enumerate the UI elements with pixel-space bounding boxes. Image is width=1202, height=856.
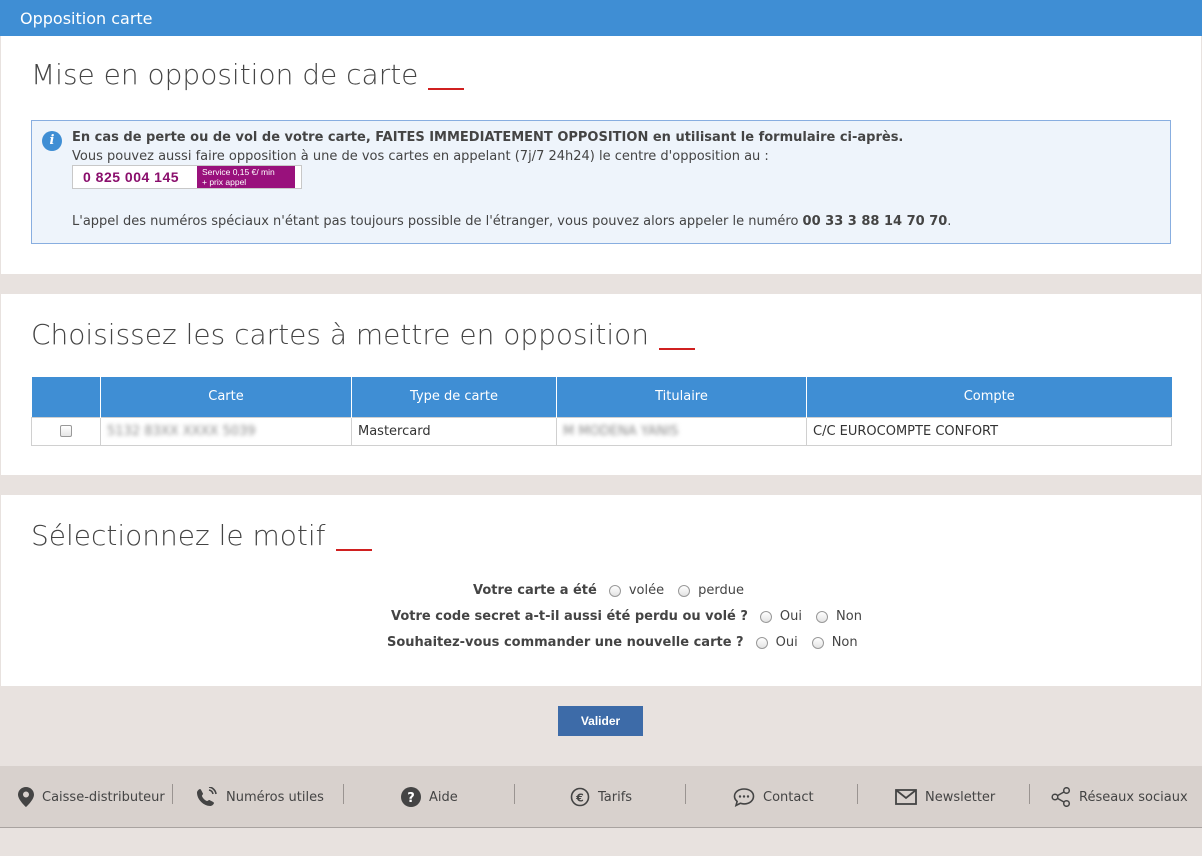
cards-table: Carte Type de carte Titulaire Compte 513… (31, 377, 1172, 446)
option-label: Oui (779, 609, 803, 624)
question-secret-code: Votre code secret a-t-il aussi été perdu… (391, 609, 876, 624)
question-label: Votre code secret a-t-il aussi été perdu… (391, 609, 748, 624)
footer-separator (172, 784, 173, 804)
euro-icon: € (570, 787, 590, 807)
section-title-text: Sélectionnez le motif (31, 519, 326, 552)
phone-tag-line-1: Service 0,15 €/ min (202, 167, 275, 177)
svg-text:€: € (575, 792, 584, 805)
column-header-compte: Compte (806, 377, 1172, 417)
footer-link-social[interactable]: Réseaux sociaux (1051, 766, 1188, 828)
help-icon: ? (401, 787, 421, 807)
option-label: perdue (698, 583, 744, 598)
footer-label: Numéros utiles (226, 789, 324, 805)
footer-link-phones[interactable]: Numéros utiles (196, 766, 324, 828)
question-new-card: Souhaitez-vous commander une nouvelle ca… (387, 635, 872, 650)
title-accent (659, 348, 696, 350)
phone-price-tag: Service 0,15 €/ min + prix appel (197, 166, 295, 188)
question-label: Souhaitez-vous commander une nouvelle ca… (387, 635, 744, 650)
table-header-row: Carte Type de carte Titulaire Compte (31, 377, 1172, 417)
card-number-cell: 5132 83XX XXXX 5039 (100, 416, 352, 446)
info-box: i En cas de perte ou de vol de votre car… (31, 120, 1171, 244)
select-cell (31, 416, 101, 446)
option-label: Non (831, 635, 858, 650)
phone-icon (197, 787, 217, 806)
info-line-3-suffix: . (947, 214, 952, 229)
footer-link-newsletter[interactable]: Newsletter (895, 766, 995, 828)
section-title-text: Mise en opposition de carte (31, 58, 419, 91)
section-title-cards: Choisissez les cartes à mettre en opposi… (31, 318, 696, 351)
option-label: Oui (775, 635, 798, 650)
question-card-status: Votre carte a été volée perdue (473, 583, 758, 598)
envelope-icon (895, 789, 917, 805)
reason-panel: Sélectionnez le motif Votre carte a été … (1, 495, 1201, 686)
footer-separator (514, 784, 515, 804)
section-title-text: Choisissez les cartes à mettre en opposi… (31, 318, 650, 351)
page-title: Opposition carte (20, 9, 153, 28)
chat-icon (733, 788, 755, 807)
share-icon (1051, 787, 1071, 807)
footer-label: Aide (429, 789, 458, 805)
info-line-3: L'appel des numéros spéciaux n'étant pas… (72, 214, 951, 229)
footer-label: Newsletter (925, 789, 996, 805)
phone-number-box: 0 825 004 145 Service 0,15 €/ min + prix… (72, 165, 302, 189)
account-cell: C/C EUROCOMPTE CONFORT (806, 416, 1172, 446)
footer-label: Tarifs (598, 789, 633, 805)
radio-lost[interactable] (678, 584, 691, 597)
svg-text:?: ? (407, 791, 415, 806)
phone-number: 0 825 004 145 (83, 169, 180, 185)
table-row: 5132 83XX XXXX 5039 Mastercard M MODENA … (31, 416, 1172, 446)
card-selection-panel: Choisissez les cartes à mettre en opposi… (1, 294, 1201, 475)
footer-link-help[interactable]: ? Aide (401, 766, 458, 828)
info-line-2: Vous pouvez aussi faire opposition à une… (72, 149, 769, 164)
card-type-cell: Mastercard (351, 416, 557, 446)
info-line-1-text: En cas de perte ou de vol de votre carte… (72, 130, 904, 145)
radio-stolen[interactable] (608, 584, 621, 597)
column-header-titulaire: Titulaire (556, 377, 807, 417)
footer-separator (343, 784, 344, 804)
international-phone-number: 00 33 3 88 14 70 70 (802, 214, 948, 229)
card-number: 5132 83XX XXXX 5039 (107, 423, 256, 439)
footer-label: Caisse-distributeur (42, 789, 165, 805)
section-title-reason: Sélectionnez le motif (31, 519, 372, 552)
validate-button[interactable]: Valider (558, 706, 643, 736)
option-label: volée (628, 583, 665, 598)
radio-code-no[interactable] (816, 610, 829, 623)
info-line-1: En cas de perte ou de vol de votre carte… (72, 130, 903, 145)
footer-label: Contact (763, 789, 814, 805)
footer-separator (1029, 784, 1030, 804)
footer-link-contact[interactable]: Contact (733, 766, 814, 828)
radio-code-yes[interactable] (759, 610, 772, 623)
footer-separator (685, 784, 686, 804)
location-pin-icon (18, 787, 34, 807)
info-icon: i (42, 131, 62, 151)
option-label: Non (836, 609, 862, 624)
page-header: Opposition carte (0, 0, 1202, 36)
section-title-opposition: Mise en opposition de carte (31, 58, 465, 91)
column-header-select (31, 377, 101, 417)
column-header-carte: Carte (100, 377, 352, 417)
footer-link-rates[interactable]: € Tarifs (570, 766, 632, 828)
info-line-3-prefix: L'appel des numéros spéciaux n'étant pas… (72, 214, 803, 229)
title-accent (428, 88, 465, 90)
footer-nav: Caisse-distributeur Numéros utiles ? Aid… (0, 766, 1202, 828)
column-header-type: Type de carte (351, 377, 557, 417)
card-holder-cell: M MODENA YANIS (556, 416, 807, 446)
card-checkbox[interactable] (60, 425, 72, 437)
question-label: Votre carte a été (473, 583, 597, 598)
phone-tag-line-2: + prix appel (202, 177, 247, 187)
radio-newcard-no[interactable] (811, 636, 824, 649)
radio-newcard-yes[interactable] (755, 636, 768, 649)
footer-link-atm[interactable]: Caisse-distributeur (18, 766, 165, 828)
card-holder: M MODENA YANIS (563, 423, 679, 439)
footer-separator (857, 784, 858, 804)
footer-label: Réseaux sociaux (1079, 789, 1188, 805)
opposition-info-panel: Mise en opposition de carte i En cas de … (1, 36, 1201, 274)
title-accent (335, 549, 372, 551)
